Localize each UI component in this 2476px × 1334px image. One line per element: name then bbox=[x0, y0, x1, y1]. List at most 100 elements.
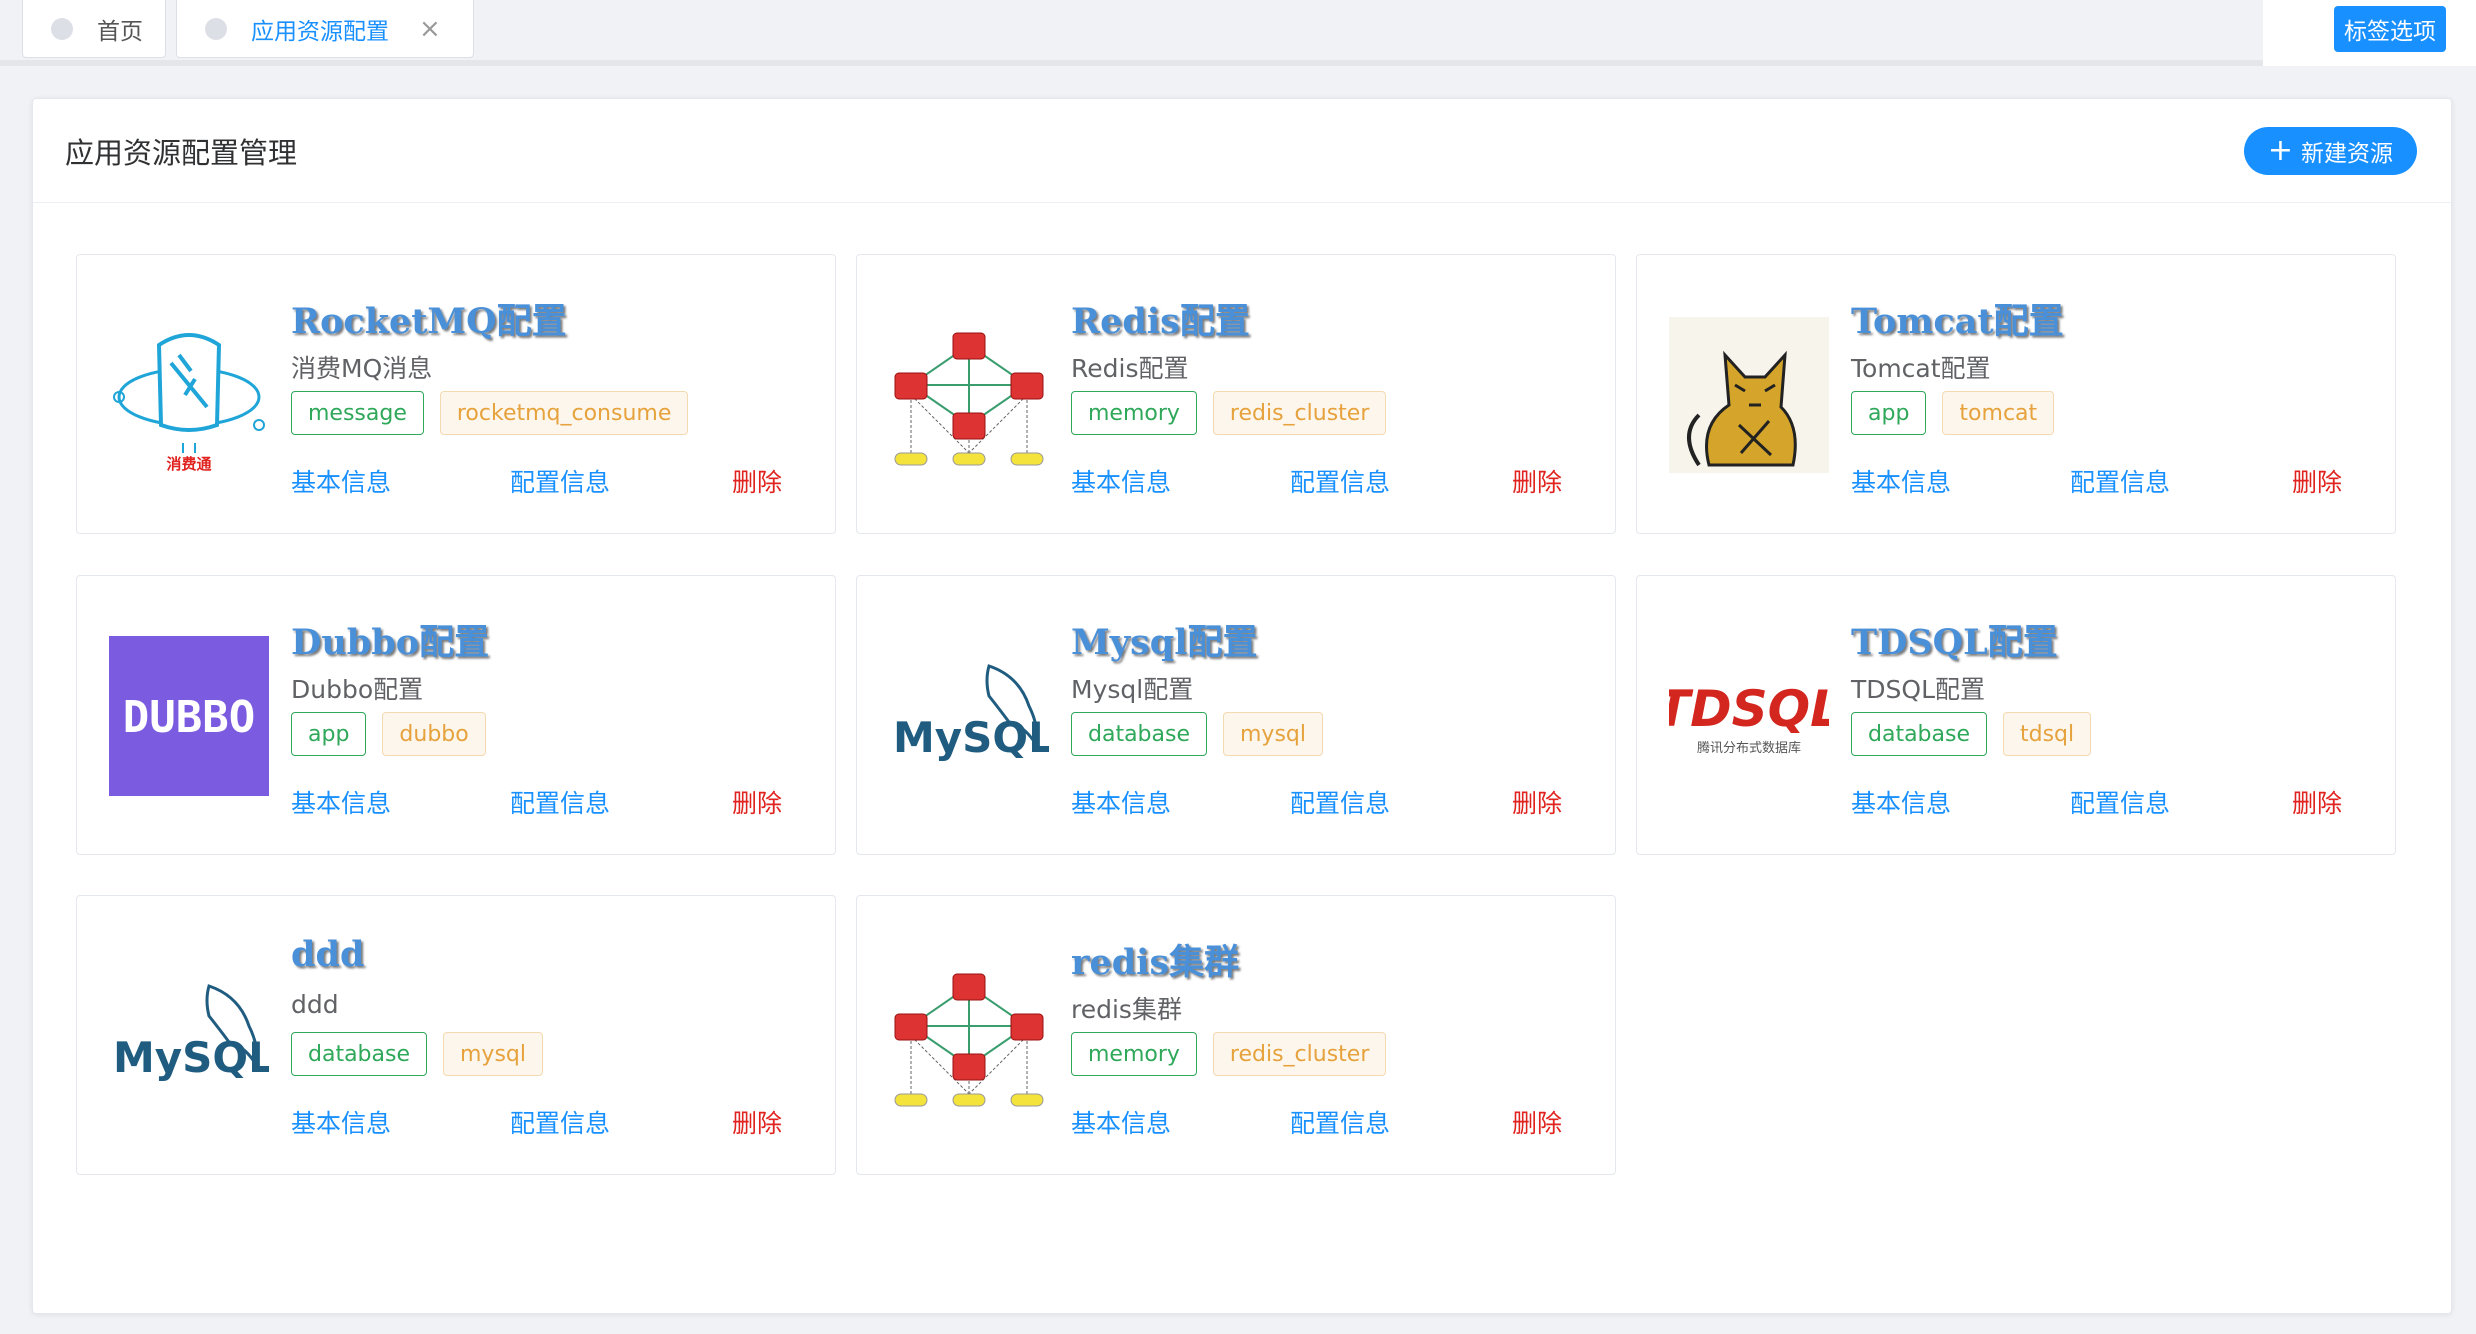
basic-info-link[interactable]: 基本信息 bbox=[1851, 784, 1951, 820]
card-title: Redis配置 bbox=[1071, 301, 1250, 342]
tag: mysql bbox=[443, 1032, 543, 1076]
card-actions: 基本信息 配置信息 删除 bbox=[291, 1104, 811, 1138]
card-title: Dubbo配置 bbox=[291, 622, 490, 663]
tab-status-dot bbox=[51, 17, 73, 40]
basic-info-link[interactable]: 基本信息 bbox=[291, 1104, 391, 1140]
logo-subcaption: 腾讯分布式数据库 bbox=[1697, 740, 1801, 756]
tag-list: database mysql bbox=[291, 1032, 543, 1076]
tag: memory bbox=[1071, 1032, 1197, 1076]
config-info-link[interactable]: 配置信息 bbox=[510, 784, 610, 820]
config-info-link[interactable]: 配置信息 bbox=[1290, 463, 1390, 499]
delete-link[interactable]: 删除 bbox=[732, 1104, 782, 1140]
config-info-link[interactable]: 配置信息 bbox=[2070, 784, 2170, 820]
tab-options-button[interactable]: 标签选项 bbox=[2334, 6, 2446, 52]
card-subtitle: Mysql配置 bbox=[1071, 675, 1194, 704]
card-actions: 基本信息 配置信息 删除 bbox=[291, 784, 811, 818]
resource-card: MySQL ddd ddd database mysql 基本信息 配置信息 删… bbox=[76, 895, 836, 1175]
basic-info-link[interactable]: 基本信息 bbox=[291, 784, 391, 820]
logo-caption: 消费通 bbox=[166, 455, 211, 473]
delete-link[interactable]: 删除 bbox=[1512, 463, 1562, 499]
tag: memory bbox=[1071, 391, 1197, 435]
redis-cluster-logo bbox=[887, 313, 1051, 477]
tag: app bbox=[1851, 391, 1927, 435]
tag: redis_cluster bbox=[1212, 1032, 1387, 1076]
tag: tdsql bbox=[2003, 712, 2092, 756]
delete-link[interactable]: 删除 bbox=[732, 784, 782, 820]
card-subtitle: redis集群 bbox=[1071, 995, 1182, 1024]
resource-card: redis集群 redis集群 memory redis_cluster 基本信… bbox=[856, 895, 1616, 1175]
config-info-link[interactable]: 配置信息 bbox=[2070, 463, 2170, 499]
logo-caption: MySQL bbox=[893, 713, 1049, 762]
tab-label: 首页 bbox=[97, 18, 143, 45]
close-icon[interactable]: × bbox=[419, 14, 441, 44]
card-subtitle: TDSQL配置 bbox=[1851, 675, 1985, 704]
delete-link[interactable]: 删除 bbox=[1512, 784, 1562, 820]
dubbo-logo: DUBBO bbox=[107, 634, 271, 798]
card-title: ddd bbox=[291, 934, 365, 975]
new-resource-button[interactable]: + 新建资源 bbox=[2243, 126, 2417, 175]
tag-list: app dubbo bbox=[291, 712, 486, 756]
basic-info-link[interactable]: 基本信息 bbox=[1071, 784, 1171, 820]
config-info-link[interactable]: 配置信息 bbox=[1290, 1104, 1390, 1140]
card-subtitle: Tomcat配置 bbox=[1851, 354, 1991, 383]
tag: rocketmq_consume bbox=[439, 391, 689, 435]
card-title: redis集群 bbox=[1071, 942, 1240, 983]
plus-icon: + bbox=[2267, 132, 2293, 168]
tag: tomcat bbox=[1942, 391, 2055, 435]
tdsql-logo: TDSQL 腾讯分布式数据库 bbox=[1667, 634, 1831, 798]
basic-info-link[interactable]: 基本信息 bbox=[1851, 463, 1951, 499]
resource-card: DUBBO Dubbo配置 Dubbo配置 app dubbo 基本信息 配置信… bbox=[76, 575, 836, 855]
tag-list: message rocketmq_consume bbox=[291, 391, 689, 435]
resource-card: TDSQL 腾讯分布式数据库 TDSQL配置 TDSQL配置 database … bbox=[1636, 575, 2396, 855]
redis-cluster-logo bbox=[887, 954, 1051, 1118]
mysql-logo: MySQL bbox=[107, 954, 271, 1118]
basic-info-link[interactable]: 基本信息 bbox=[291, 463, 391, 499]
card-actions: 基本信息 配置信息 删除 bbox=[1851, 784, 2371, 818]
tab-options-area: 标签选项 bbox=[2263, 0, 2476, 66]
logo-caption: MySQL bbox=[113, 1033, 269, 1082]
card-subtitle: ddd bbox=[291, 990, 339, 1019]
rocketmq-logo: 消费通 bbox=[107, 313, 271, 477]
delete-link[interactable]: 删除 bbox=[732, 463, 782, 499]
delete-link[interactable]: 删除 bbox=[1512, 1104, 1562, 1140]
new-resource-label: 新建资源 bbox=[2301, 140, 2393, 167]
tomcat-logo bbox=[1667, 313, 1831, 477]
card-title: RocketMQ配置 bbox=[291, 301, 567, 342]
card-title: Tomcat配置 bbox=[1851, 301, 2064, 342]
config-info-link[interactable]: 配置信息 bbox=[510, 463, 610, 499]
resource-card: Tomcat配置 Tomcat配置 app tomcat 基本信息 配置信息 删… bbox=[1636, 254, 2396, 534]
card-subtitle: Redis配置 bbox=[1071, 354, 1189, 383]
tag: mysql bbox=[1223, 712, 1323, 756]
tab-resource-config[interactable]: 应用资源配置 × bbox=[176, 0, 474, 58]
tag-list: memory redis_cluster bbox=[1071, 391, 1387, 435]
card-actions: 基本信息 配置信息 删除 bbox=[1851, 463, 2371, 497]
tag-list: database tdsql bbox=[1851, 712, 2092, 756]
tab-status-dot bbox=[205, 17, 227, 40]
tag-list: app tomcat bbox=[1851, 391, 2055, 435]
card-actions: 基本信息 配置信息 删除 bbox=[1071, 1104, 1591, 1138]
delete-link[interactable]: 删除 bbox=[2292, 463, 2342, 499]
tag: message bbox=[291, 391, 424, 435]
logo-caption: TDSQL bbox=[1669, 680, 1829, 738]
basic-info-link[interactable]: 基本信息 bbox=[1071, 1104, 1171, 1140]
tag: database bbox=[1071, 712, 1207, 756]
delete-link[interactable]: 删除 bbox=[2292, 784, 2342, 820]
card-actions: 基本信息 配置信息 删除 bbox=[1071, 784, 1591, 818]
card-title: Mysql配置 bbox=[1071, 622, 1258, 663]
tag: redis_cluster bbox=[1212, 391, 1387, 435]
tag: database bbox=[291, 1032, 427, 1076]
tag: database bbox=[1851, 712, 1987, 756]
card-title: TDSQL配置 bbox=[1851, 622, 2058, 663]
tag-list: database mysql bbox=[1071, 712, 1323, 756]
card-actions: 基本信息 配置信息 删除 bbox=[291, 463, 811, 497]
config-info-link[interactable]: 配置信息 bbox=[1290, 784, 1390, 820]
tab-home[interactable]: 首页 bbox=[22, 0, 166, 58]
card-subtitle: 消费MQ消息 bbox=[291, 354, 433, 383]
page-title: 应用资源配置管理 bbox=[65, 135, 298, 170]
tag: app bbox=[291, 712, 367, 756]
config-info-link[interactable]: 配置信息 bbox=[510, 1104, 610, 1140]
basic-info-link[interactable]: 基本信息 bbox=[1071, 463, 1171, 499]
tag: dubbo bbox=[382, 712, 486, 756]
card-actions: 基本信息 配置信息 删除 bbox=[1071, 463, 1591, 497]
resource-card: 消费通 RocketMQ配置 消费MQ消息 message rocketmq_c… bbox=[76, 254, 836, 534]
